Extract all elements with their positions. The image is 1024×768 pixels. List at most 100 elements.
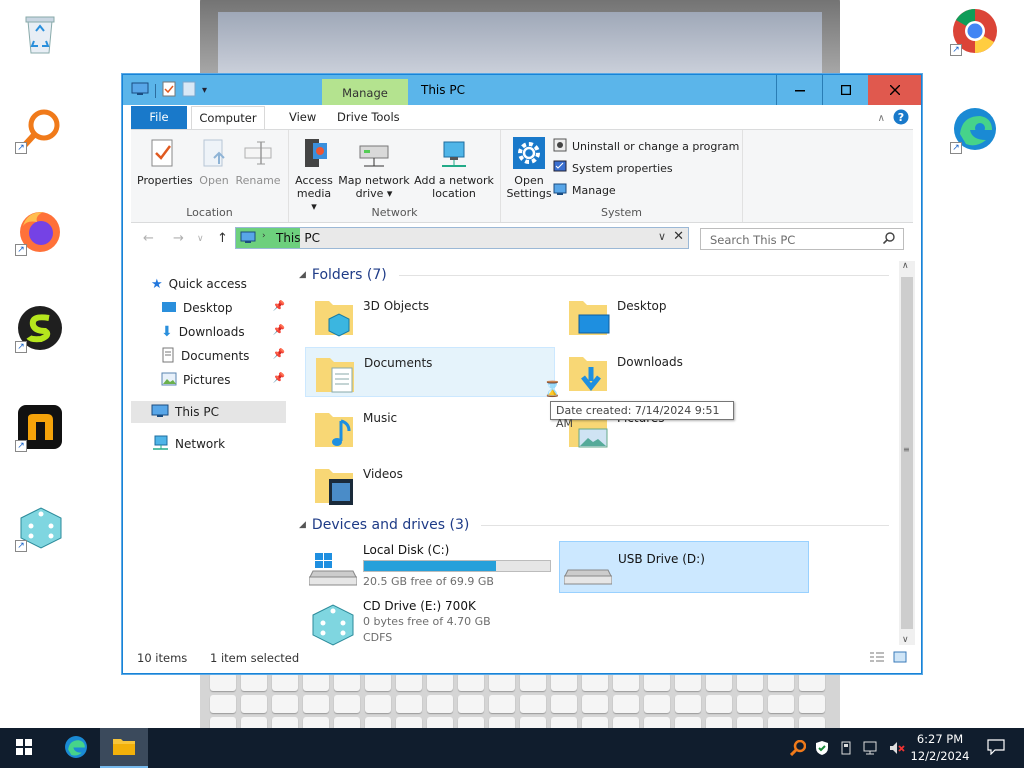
taskbar-file-explorer[interactable]: [100, 728, 148, 768]
vertical-scrollbar[interactable]: ∧ ≡ ∨: [899, 261, 915, 645]
details-view-icon[interactable]: [869, 651, 885, 666]
wallpaper-key: [675, 717, 701, 728]
rename-button[interactable]: Rename: [235, 136, 281, 187]
properties-qat-icon[interactable]: [162, 81, 176, 100]
folder-documents[interactable]: Documents: [305, 347, 555, 397]
tab-file[interactable]: File: [131, 106, 187, 129]
nav-quick-access[interactable]: ★ Quick access: [151, 273, 247, 295]
address-bar[interactable]: › This PC ∨ ✕: [235, 227, 689, 249]
map-network-drive-button[interactable]: Map network drive ▾: [337, 136, 411, 200]
firefox-icon[interactable]: ↗: [15, 206, 65, 256]
clock-time: 6:27 PM: [916, 732, 964, 746]
folder-music[interactable]: Music: [305, 403, 555, 453]
search-everything-tray-icon[interactable]: [789, 739, 807, 759]
title-bar[interactable]: ▾ Manage This PC: [123, 75, 921, 105]
notifications-button[interactable]: [972, 728, 1020, 768]
search-icon[interactable]: [882, 232, 895, 247]
nav-desktop[interactable]: Desktop 📌: [161, 297, 285, 319]
scroll-down-icon[interactable]: ∨: [902, 635, 909, 645]
uninstall-program-button[interactable]: Uninstall or change a program: [553, 138, 739, 155]
forward-arrow-icon[interactable]: →: [173, 231, 184, 246]
system-properties-button[interactable]: System properties: [553, 160, 673, 177]
recycle-bin-icon[interactable]: [15, 8, 65, 58]
folders-section-header[interactable]: ◢ Folders (7): [299, 267, 889, 283]
devices-section-header[interactable]: ◢ Devices and drives (3): [299, 517, 889, 533]
folder-3d-objects[interactable]: 3D Objects: [305, 291, 555, 341]
nav-pictures[interactable]: Pictures 📌: [161, 369, 285, 391]
scrollbar-thumb[interactable]: ≡: [901, 277, 913, 629]
wallpaper-key: [334, 717, 360, 728]
access-media-button[interactable]: Access media ▾: [293, 136, 335, 213]
collapse-triangle-icon[interactable]: ◢: [299, 520, 306, 530]
collapse-triangle-icon[interactable]: ◢: [299, 270, 306, 280]
manage-contextual-tab[interactable]: Manage: [322, 79, 408, 105]
computer-management-icon: [553, 182, 567, 199]
collapse-ribbon-icon[interactable]: ∧: [878, 113, 885, 124]
network-location-icon: [438, 136, 470, 170]
large-icons-view-icon[interactable]: [893, 651, 907, 666]
network-tray-icon[interactable]: [862, 740, 880, 759]
open-settings-button[interactable]: Open Settings: [505, 136, 553, 200]
folder-desktop[interactable]: Desktop: [559, 291, 809, 341]
wallpaper-key: [644, 695, 670, 713]
clear-address-icon[interactable]: ✕: [673, 229, 684, 244]
computer-icon[interactable]: [131, 82, 149, 99]
customize-qat-icon[interactable]: ▾: [202, 85, 207, 96]
chrome-icon[interactable]: ↗: [950, 6, 1000, 56]
help-icon[interactable]: ?: [893, 109, 909, 128]
folder-downloads[interactable]: Downloads: [559, 347, 809, 397]
selection-count: 1 item selected: [210, 651, 300, 665]
close-button[interactable]: [868, 75, 921, 105]
nav-downloads[interactable]: ⬇ Downloads 📌: [161, 321, 285, 343]
properties-button[interactable]: Properties: [137, 136, 193, 187]
maximize-button[interactable]: [822, 75, 868, 105]
svg-text:?: ?: [898, 111, 904, 124]
n-app-icon[interactable]: ↗: [15, 402, 65, 452]
folder-videos[interactable]: Videos: [305, 459, 555, 509]
tab-view[interactable]: View: [279, 106, 326, 129]
taskbar-edge[interactable]: [52, 728, 100, 768]
manage-button[interactable]: Manage: [553, 182, 616, 199]
start-button[interactable]: [0, 728, 48, 768]
address-dropdown-icon[interactable]: ∨: [658, 230, 666, 243]
window-title: This PC: [421, 83, 465, 97]
edge-icon[interactable]: ↗: [950, 104, 1000, 154]
drive-cd-e[interactable]: CD Drive (E:) 700K 0 bytes free of 4.70 …: [305, 597, 555, 649]
download-arrow-icon: ⬇: [161, 324, 173, 340]
wallpaper-key: [210, 673, 236, 691]
pictures-icon: [161, 372, 177, 389]
drive-usb-d[interactable]: USB Drive (D:): [559, 541, 809, 593]
taskbar: 6:27 PM 12/2/2024: [0, 728, 1024, 768]
address-path: This PC: [276, 231, 320, 245]
nav-network[interactable]: Network: [151, 433, 225, 455]
new-folder-qat-icon[interactable]: [182, 81, 196, 100]
nav-documents-label: Documents: [181, 349, 250, 363]
tab-computer[interactable]: Computer: [191, 106, 265, 129]
nav-pictures-label: Pictures: [183, 373, 231, 387]
back-arrow-icon[interactable]: ←: [143, 231, 154, 246]
search-everything-app-icon[interactable]: ↗: [15, 104, 65, 154]
open-button[interactable]: Open: [195, 136, 233, 187]
dice-game-icon[interactable]: ↗: [15, 502, 65, 552]
breadcrumb-chevron-icon[interactable]: ›: [262, 231, 266, 241]
volume-muted-icon[interactable]: [888, 740, 906, 759]
slimjet-app-icon[interactable]: ↗: [15, 303, 65, 353]
usb-device-icon[interactable]: [838, 740, 854, 759]
wallpaper-key: [241, 695, 267, 713]
network-group-label: Network: [371, 206, 418, 219]
wallpaper-key: [365, 695, 391, 713]
security-shield-icon[interactable]: [814, 740, 830, 759]
nav-this-pc[interactable]: This PC: [131, 401, 286, 423]
nav-documents[interactable]: Documents 📌: [161, 345, 285, 367]
address-row: ← → ∨ ↑ › This PC ∨ ✕ Search This PC: [131, 225, 913, 253]
add-network-location-button[interactable]: Add a network location: [413, 136, 495, 200]
up-arrow-icon[interactable]: ↑: [217, 231, 228, 246]
search-box[interactable]: Search This PC: [700, 228, 904, 250]
minimize-button[interactable]: [776, 75, 822, 105]
wallpaper-key: [427, 717, 453, 728]
clock[interactable]: 6:27 PM 12/2/2024: [910, 731, 970, 765]
drive-local-c[interactable]: Local Disk (C:) 20.5 GB free of 69.9 GB: [305, 541, 555, 593]
drive-name: Local Disk (C:): [363, 543, 450, 557]
recent-locations-chevron-icon[interactable]: ∨: [197, 234, 204, 244]
scroll-up-icon[interactable]: ∧: [902, 261, 909, 271]
